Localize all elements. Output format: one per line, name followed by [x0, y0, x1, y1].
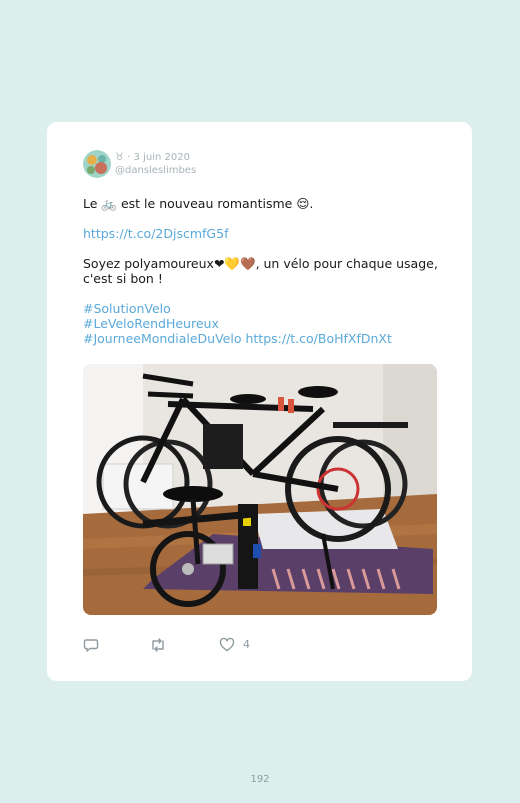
- text-segment: Le: [83, 196, 98, 211]
- author-handle[interactable]: @dansleslimbes: [115, 164, 196, 177]
- tweet-link-2[interactable]: https://t.co/BoHfXfDnXt: [245, 331, 391, 346]
- tweet-link-1[interactable]: https://t.co/2DjscmfG5f: [83, 226, 228, 241]
- tweet-photo[interactable]: [83, 364, 437, 615]
- retweet-icon[interactable]: [149, 637, 167, 653]
- hashtag-le-velo-rend-heureux[interactable]: #LeVeloRendHeureux: [83, 316, 219, 331]
- hashtag-journee-mondiale-du-velo[interactable]: #JourneeMondialeDuVelo: [83, 331, 241, 346]
- tweet-date[interactable]: 3 juin 2020: [134, 152, 190, 163]
- like-count: 4: [243, 638, 250, 651]
- page-number: 192: [250, 774, 270, 785]
- author-avatar[interactable]: [83, 150, 111, 178]
- text-segment: .: [309, 196, 314, 211]
- tweet-actions: 4: [83, 637, 283, 653]
- hearts-emoji-icon: ❤💛🤎: [213, 256, 256, 271]
- reply-icon[interactable]: [83, 637, 99, 653]
- text-segment: Soyez polyamoureux: [83, 256, 214, 271]
- tweet-meta: ♉ · 3 juin 2020 @dansleslimbes: [115, 151, 196, 177]
- author-glyph: ♉: [115, 152, 124, 163]
- meta-separator: ·: [127, 152, 131, 163]
- text-segment: est le nouveau romantisme: [120, 196, 293, 211]
- tweet-text: Le 🚲 est le nouveau romantisme 😌. https:…: [83, 196, 438, 346]
- tweet-line-1: Le 🚲 est le nouveau romantisme 😌.: [83, 196, 438, 211]
- smile-emoji-icon: 😌: [296, 196, 310, 211]
- tweet-card: ♉ · 3 juin 2020 @dansleslimbes Le 🚲 est …: [47, 122, 472, 681]
- tweet-line-2: Soyez polyamoureux❤💛🤎, un vélo pour chaq…: [83, 256, 438, 286]
- like-icon[interactable]: [219, 637, 235, 653]
- hashtag-solution-velo[interactable]: #SolutionVelo: [83, 301, 171, 316]
- bike-emoji-icon: 🚲: [101, 196, 117, 211]
